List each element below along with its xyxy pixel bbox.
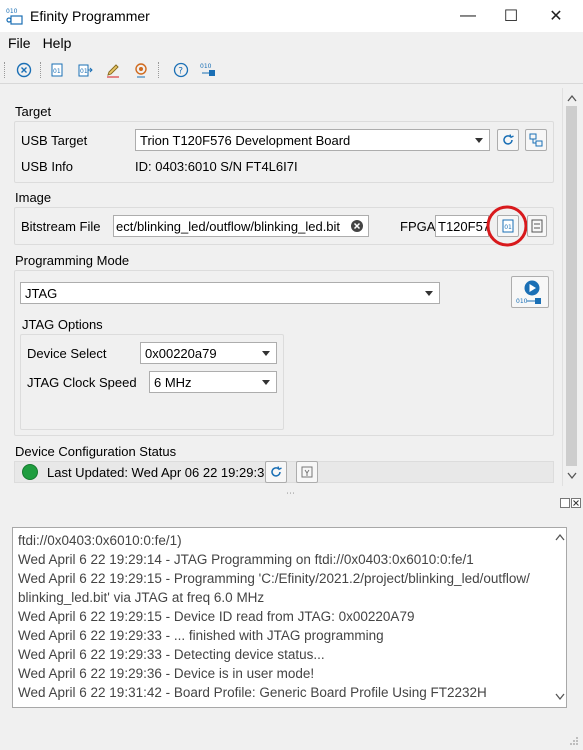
- scroll-down-icon: [555, 693, 565, 701]
- resize-grip-icon[interactable]: [569, 736, 579, 746]
- console-line: Wed April 6 22 19:29:33 - ... finished w…: [18, 628, 384, 643]
- console-line: Wed April 6 22 19:29:15 - Device ID read…: [18, 609, 415, 624]
- console-line: Wed April 6 22 19:31:42 - Board Profile:…: [18, 685, 487, 700]
- float-panel-icon[interactable]: [560, 498, 570, 508]
- refresh-status-button[interactable]: [265, 461, 287, 483]
- device-select-combo[interactable]: 0x00220a79: [140, 342, 277, 364]
- program-output-icon[interactable]: 010: [199, 60, 219, 80]
- device-tree-icon: [529, 133, 543, 147]
- svg-text:010: 010: [200, 63, 212, 70]
- chevron-down-icon: [262, 380, 270, 385]
- console-scrollbar[interactable]: [553, 527, 567, 708]
- reset-icon: [301, 466, 313, 478]
- console-line: Wed April 6 22 19:29:36 - Device is in u…: [18, 666, 315, 681]
- programming-mode-section-title: Programming Mode: [15, 253, 130, 268]
- scroll-down-icon: [567, 472, 577, 480]
- programming-mode-combo[interactable]: JTAG: [20, 282, 440, 304]
- help-icon[interactable]: ?: [171, 60, 191, 80]
- start-program-icon: 010: [516, 280, 541, 305]
- console-line: ftdi://0x0403:0x6010:0:fe/1): [18, 533, 182, 548]
- device-select-label: Device Select: [27, 346, 107, 361]
- stop-icon[interactable]: [14, 60, 34, 80]
- scroll-up-icon: [567, 94, 577, 102]
- usb-target-label: USB Target: [21, 133, 88, 148]
- compare-button[interactable]: [527, 215, 547, 237]
- close-window-button[interactable]: ✕: [533, 0, 579, 32]
- usb-target-value: Trion T120F576 Development Board: [140, 132, 351, 148]
- scroll-up-icon: [555, 533, 565, 541]
- fpga-value: T120F576: [438, 218, 488, 234]
- target-section-title: Target: [15, 104, 52, 119]
- svg-text:01: 01: [80, 68, 88, 75]
- jtag-clock-speed-label: JTAG Clock Speed: [27, 375, 137, 390]
- svg-text:010: 010: [6, 8, 18, 15]
- jtag-clock-speed-value: 6 MHz: [154, 374, 192, 390]
- fpga-label: FPGA: [400, 219, 436, 234]
- bitstream-file-label: Bitstream File: [21, 219, 101, 234]
- close-panel-icon[interactable]: [571, 498, 581, 508]
- console-line: Wed April 6 22 19:29:14 - JTAG Programmi…: [18, 552, 474, 567]
- image-section-title: Image: [15, 190, 52, 205]
- usb-target-combo[interactable]: Trion T120F576 Development Board: [135, 129, 490, 151]
- bitstream-file-value: ect/blinking_led/outflow/blinking_led.bi…: [116, 218, 341, 234]
- toolbar-separator: [158, 62, 162, 78]
- jtag-clock-speed-combo[interactable]: 6 MHz: [149, 371, 277, 393]
- console-log[interactable]: ftdi://0x0403:0x6010:0:fe/1) Wed April 6…: [12, 527, 567, 708]
- main-scrollbar[interactable]: [562, 88, 580, 486]
- toolbar-grip: [4, 62, 8, 78]
- chevron-down-icon: [262, 351, 270, 356]
- clear-icon[interactable]: [350, 219, 364, 233]
- start-program-button[interactable]: 010: [511, 276, 549, 308]
- usb-info-value: ID: 0403:6010 S/N FT4L6I7I: [135, 159, 298, 174]
- title-bar: 010 Efinity Programmer — ☐ ✕: [0, 0, 583, 32]
- maximize-button[interactable]: ☐: [488, 0, 534, 32]
- window-title: Efinity Programmer: [30, 8, 150, 24]
- minimize-button[interactable]: —: [445, 0, 491, 32]
- console-line: Wed April 6 22 19:29:33 - Detecting devi…: [18, 647, 325, 662]
- device-status-section-title: Device Configuration Status: [15, 444, 177, 459]
- panel-splitter[interactable]: ⋯: [0, 488, 583, 508]
- bitstream-file-input[interactable]: ect/blinking_led/outflow/blinking_led.bi…: [113, 215, 369, 237]
- svg-text:010: 010: [516, 298, 528, 305]
- compare-icon: [531, 219, 543, 233]
- reset-device-button[interactable]: [296, 461, 318, 483]
- toolbar-separator: [40, 62, 44, 78]
- fpga-value-field: T120F576: [435, 215, 489, 237]
- menu-help[interactable]: Help: [43, 35, 72, 51]
- chevron-down-icon: [475, 138, 483, 143]
- toolbar: 01 01 ? 010: [0, 56, 583, 84]
- last-updated-text: Last Updated: Wed Apr 06 22 19:29:36: [47, 465, 272, 480]
- status-ok-icon: [22, 464, 38, 480]
- scroll-thumb[interactable]: [566, 106, 577, 466]
- program-icon[interactable]: 01: [75, 60, 95, 80]
- edit-icon[interactable]: [103, 60, 123, 80]
- open-bitstream-icon[interactable]: 01: [47, 60, 67, 80]
- console-line: Wed April 6 22 19:29:15 - Programming 'C…: [18, 571, 530, 586]
- device-select-value: 0x00220a79: [145, 345, 217, 361]
- refresh-icon: [271, 466, 282, 477]
- menu-file[interactable]: File: [8, 35, 31, 51]
- svg-text:01: 01: [53, 68, 61, 75]
- refresh-icon: [503, 134, 514, 145]
- chevron-down-icon: [425, 291, 433, 296]
- efinity-app-icon: 010: [5, 6, 25, 26]
- usb-info-label: USB Info: [21, 159, 74, 174]
- select-device-button[interactable]: [525, 129, 547, 151]
- settings-icon[interactable]: [131, 60, 151, 80]
- splitter-grip: ⋯: [286, 488, 296, 498]
- refresh-usb-button[interactable]: [497, 129, 519, 151]
- svg-text:?: ?: [178, 67, 183, 77]
- jtag-options-label: JTAG Options: [22, 317, 103, 332]
- console-line: blinking_led.bit' via JTAG at freq 6.0 M…: [18, 590, 265, 605]
- programming-mode-value: JTAG: [25, 285, 58, 301]
- highlight-circle: [486, 205, 528, 247]
- menu-bar: File Help: [0, 32, 583, 54]
